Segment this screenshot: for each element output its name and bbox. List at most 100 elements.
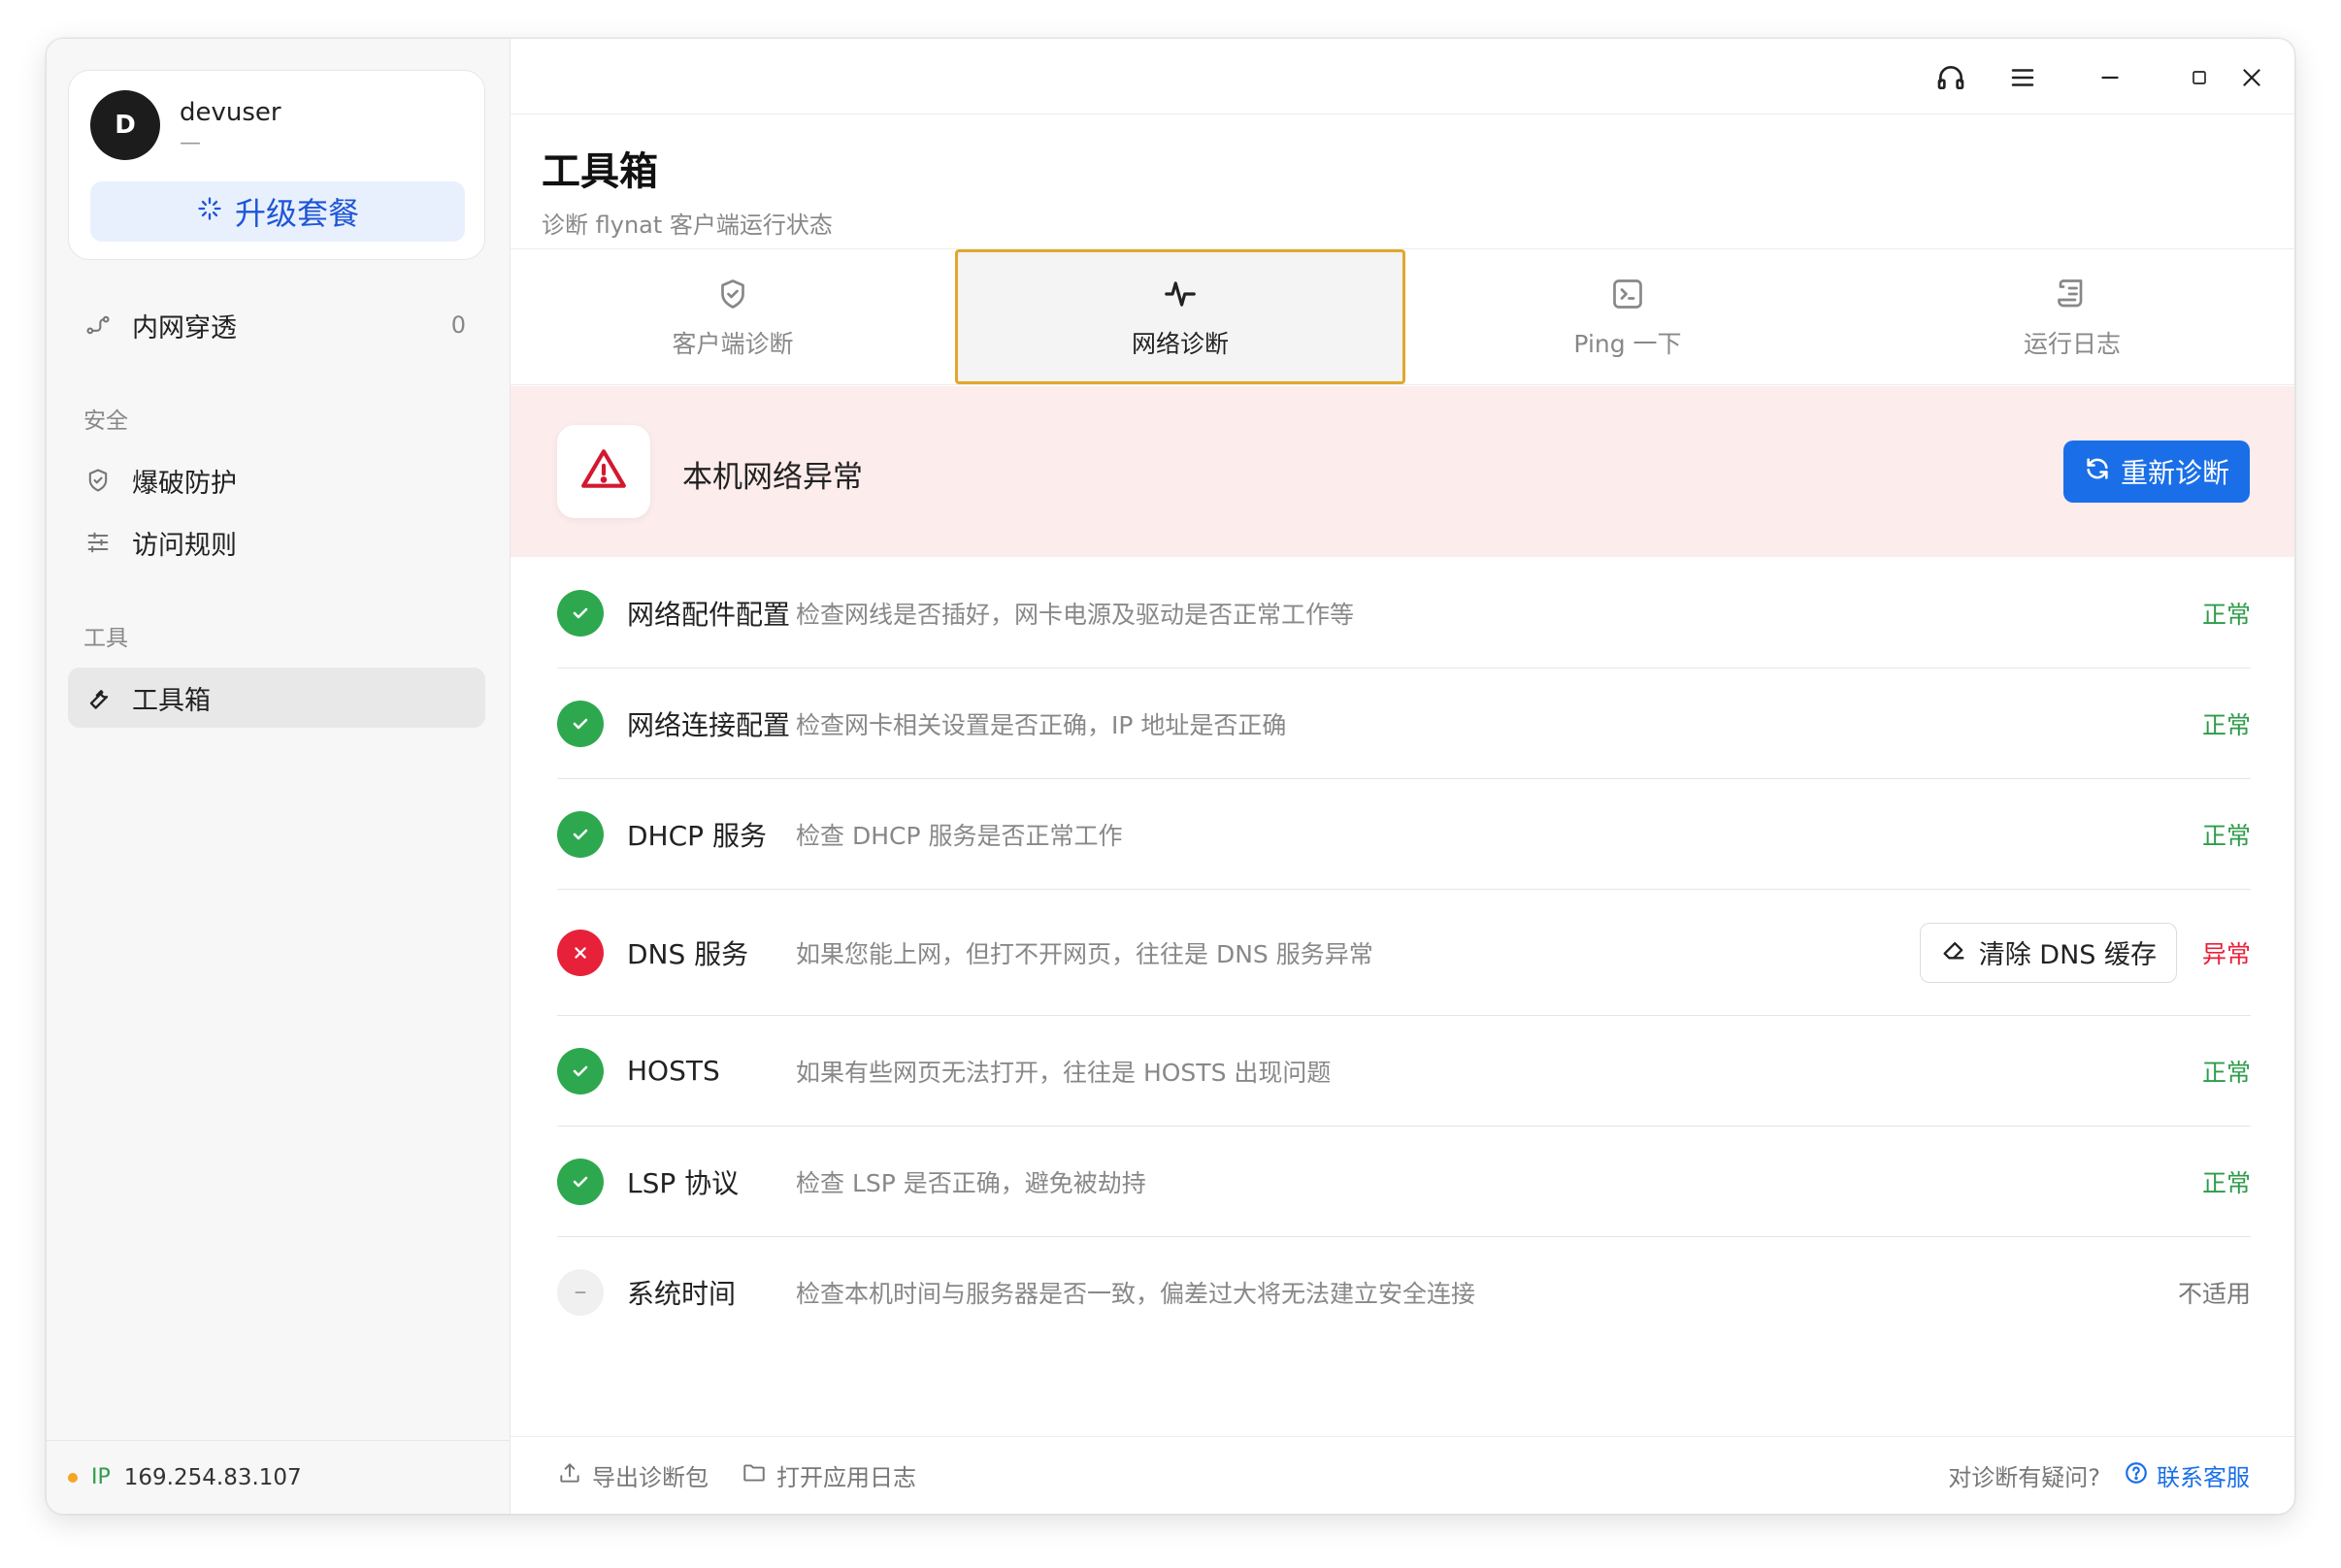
- section-label-security: 安全: [83, 408, 128, 434]
- network-alert-banner: 本机网络异常 重新诊断: [511, 386, 2294, 557]
- clear-dns-cache-label: 清除 DNS 缓存: [1978, 940, 2157, 970]
- sidebar-item-label: 内网穿透: [132, 312, 237, 343]
- upgrade-plan-label: 升级套餐: [234, 195, 359, 232]
- open-app-log-label: 打开应用日志: [776, 1464, 916, 1491]
- sidebar-item-bruteforce[interactable]: 爆破防护: [68, 450, 485, 510]
- shield-icon: [83, 466, 113, 495]
- warning-icon: [579, 445, 628, 498]
- contact-support-label: 联系客服: [2157, 1464, 2250, 1491]
- tab-label: 运行日志: [2023, 329, 2121, 358]
- export-diagnostic-label: 导出诊断包: [592, 1464, 709, 1491]
- check-state: 异常: [2201, 939, 2251, 968]
- check-na-icon: [557, 1269, 604, 1316]
- check-description: 检查网线是否插好，网卡电源及驱动是否正常工作等: [796, 600, 1355, 629]
- tab-run-log[interactable]: 运行日志: [1850, 249, 2294, 384]
- ip-tag: IP: [91, 1465, 111, 1489]
- sidebar-footer: IP 169.254.83.107: [47, 1440, 510, 1514]
- sparkle-icon: [196, 193, 223, 230]
- maximize-icon[interactable]: [2182, 60, 2217, 95]
- menu-icon[interactable]: [2005, 60, 2040, 95]
- activity-icon: [1161, 275, 1200, 313]
- page-subtitle: 诊断 flynat 客户端运行状态: [542, 212, 833, 239]
- footer-help: 对诊断有疑问? 联系客服: [1948, 1458, 2250, 1492]
- check-state: 正常: [2201, 710, 2251, 739]
- check-name: 网络连接配置: [627, 708, 791, 741]
- check-description: 检查 DHCP 服务是否正常工作: [796, 821, 1123, 850]
- tab-ping[interactable]: Ping 一下: [1405, 249, 1850, 384]
- titlebar: [511, 39, 2294, 114]
- refresh-icon: [2084, 455, 2111, 489]
- main-footer: 导出诊断包 打开应用日志 对诊断有疑问? 联系客服: [511, 1436, 2294, 1514]
- check-ok-icon: [557, 700, 604, 747]
- sidebar-item-access-rules[interactable]: 访问规则: [68, 512, 485, 572]
- tab-network-diagnosis[interactable]: 网络诊断: [955, 249, 1405, 384]
- username: devuser: [180, 98, 281, 127]
- check-row-dhcp: DHCP 服务 检查 DHCP 服务是否正常工作 正常: [557, 779, 2251, 890]
- check-row-network-connection: 网络连接配置 检查网卡相关设置是否正确，IP 地址是否正确 正常: [557, 669, 2251, 779]
- tab-bar: 客户端诊断 网络诊断 Ping 一下 运行日志: [511, 249, 2294, 385]
- main-panel: 工具箱 诊断 flynat 客户端运行状态 客户端诊断 网络诊断 Ping 一下…: [511, 39, 2294, 1514]
- tab-client-diagnosis[interactable]: 客户端诊断: [511, 249, 955, 384]
- check-row-lsp: LSP 协议 检查 LSP 是否正确，避免被劫持 正常: [557, 1127, 2251, 1237]
- check-name: 系统时间: [627, 1278, 737, 1310]
- eraser-icon: [1940, 935, 1967, 969]
- rediagnose-label: 重新诊断: [2120, 457, 2229, 489]
- check-description: 检查网卡相关设置是否正确，IP 地址是否正确: [796, 710, 1287, 739]
- upload-icon: [557, 1460, 582, 1491]
- help-circle-icon: [2124, 1460, 2149, 1491]
- tunnel-icon: [83, 310, 113, 340]
- check-ok-icon: [557, 1047, 604, 1094]
- scroll-icon: [2053, 275, 2092, 313]
- alert-icon-box: [557, 425, 650, 518]
- sidebar-item-label: 爆破防护: [132, 468, 237, 499]
- sidebar: D devuser — 升级套餐 内网穿透 0 安全 爆破防护 访问规则 工具 …: [47, 39, 511, 1514]
- tab-label: Ping 一下: [1573, 329, 1682, 358]
- contact-support-link[interactable]: 联系客服: [2124, 1458, 2250, 1492]
- folder-icon: [742, 1460, 767, 1491]
- check-row-system-time: 系统时间 检查本机时间与服务器是否一致，偏差过大将无法建立安全连接 不适用: [557, 1237, 2251, 1348]
- check-ok-icon: [557, 810, 604, 858]
- check-name: 网络配件配置: [627, 598, 791, 631]
- rediagnose-button[interactable]: 重新诊断: [2063, 441, 2250, 503]
- check-row-hosts: HOSTS 如果有些网页无法打开，往往是 HOSTS 出现问题 正常: [557, 1016, 2251, 1127]
- check-error-icon: [557, 929, 604, 976]
- check-name: DNS 服务: [627, 937, 749, 970]
- upgrade-plan-button[interactable]: 升级套餐: [90, 181, 465, 242]
- check-state: 正常: [2201, 600, 2251, 629]
- sidebar-item-label: 工具箱: [132, 685, 211, 716]
- check-description: 如果有些网页无法打开，往往是 HOSTS 出现问题: [796, 1058, 1332, 1087]
- check-ok-icon: [557, 1158, 604, 1205]
- wrench-icon: [83, 683, 113, 712]
- headset-icon[interactable]: [1933, 60, 1968, 95]
- section-label-tools: 工具: [83, 626, 128, 651]
- app-window: D devuser — 升级套餐 内网穿透 0 安全 爆破防护 访问规则 工具 …: [46, 38, 2295, 1515]
- sidebar-item-tunnel[interactable]: 内网穿透 0: [68, 295, 485, 355]
- terminal-icon: [1608, 275, 1647, 313]
- check-name: LSP 协议: [627, 1166, 740, 1199]
- sidebar-item-toolbox[interactable]: 工具箱: [68, 668, 485, 728]
- check-name: DHCP 服务: [627, 819, 767, 852]
- check-ok-icon: [557, 589, 604, 637]
- avatar[interactable]: D: [90, 90, 160, 160]
- minimize-icon[interactable]: [2093, 60, 2127, 95]
- page-header: 工具箱 诊断 flynat 客户端运行状态: [542, 140, 833, 240]
- open-app-log-link[interactable]: 打开应用日志: [742, 1458, 916, 1492]
- tunnel-count: 0: [450, 311, 466, 339]
- alert-title: 本机网络异常: [682, 460, 863, 495]
- check-row-network-hardware: 网络配件配置 检查网线是否插好，网卡电源及驱动是否正常工作等 正常: [557, 558, 2251, 669]
- sidebar-item-label: 访问规则: [132, 530, 237, 561]
- page-title: 工具箱: [542, 149, 658, 194]
- connection-status-dot: [68, 1472, 78, 1483]
- clear-dns-cache-button[interactable]: 清除 DNS 缓存: [1919, 922, 2177, 983]
- export-diagnostic-link[interactable]: 导出诊断包: [557, 1458, 709, 1492]
- question-text: 对诊断有疑问?: [1948, 1464, 2100, 1491]
- close-icon[interactable]: [2234, 60, 2269, 95]
- check-description: 如果您能上网，但打不开网页，往往是 DNS 服务异常: [796, 939, 1373, 968]
- check-name: HOSTS: [627, 1055, 720, 1087]
- tab-label: 客户端诊断: [672, 329, 794, 358]
- check-state: 不适用: [2177, 1280, 2251, 1308]
- ip-address: 169.254.83.107: [123, 1464, 302, 1490]
- user-subtitle: —: [180, 131, 201, 155]
- check-state: 正常: [2201, 821, 2251, 850]
- sliders-icon: [83, 528, 113, 557]
